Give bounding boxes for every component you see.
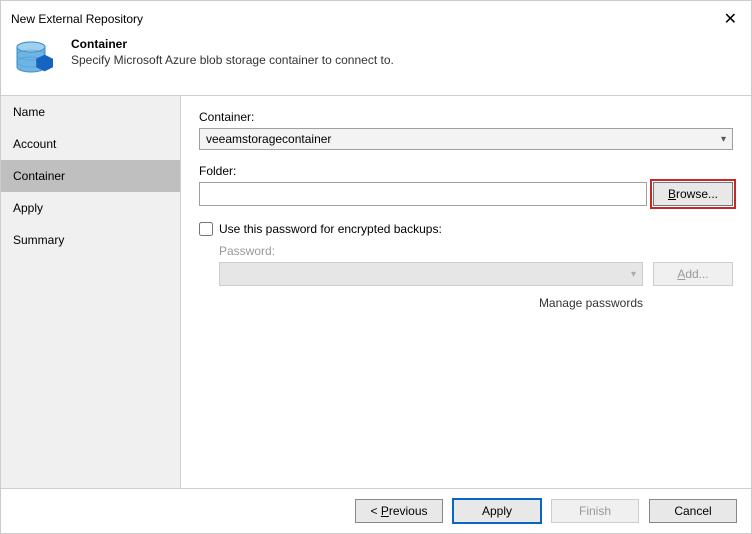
folder-label: Folder: bbox=[199, 164, 733, 178]
encrypt-label: Use this password for encrypted backups: bbox=[219, 222, 442, 236]
page-title: Container bbox=[71, 37, 394, 51]
sidebar-item-account[interactable]: Account bbox=[1, 128, 180, 160]
chevron-down-icon: ▾ bbox=[719, 134, 728, 145]
wizard-sidebar: Name Account Container Apply Summary bbox=[1, 96, 181, 488]
close-icon[interactable]: ✕ bbox=[720, 9, 741, 29]
encrypt-checkbox[interactable] bbox=[199, 222, 213, 236]
page-description: Specify Microsoft Azure blob storage con… bbox=[71, 53, 394, 67]
cancel-button[interactable]: Cancel bbox=[649, 499, 737, 523]
container-icon bbox=[11, 35, 59, 83]
password-label: Password: bbox=[219, 244, 733, 258]
password-dropdown: ▾ bbox=[219, 262, 643, 286]
sidebar-item-name[interactable]: Name bbox=[1, 96, 180, 128]
window-title: New External Repository bbox=[11, 12, 143, 26]
chevron-down-icon: ▾ bbox=[629, 269, 638, 280]
container-value: veeamstoragecontainer bbox=[206, 132, 719, 146]
sidebar-item-container[interactable]: Container bbox=[1, 160, 180, 192]
container-label: Container: bbox=[199, 110, 733, 124]
sidebar-item-summary[interactable]: Summary bbox=[1, 224, 180, 256]
folder-input[interactable] bbox=[199, 182, 647, 206]
manage-passwords-link[interactable]: Manage passwords bbox=[219, 296, 733, 310]
apply-button[interactable]: Apply bbox=[453, 499, 541, 523]
add-password-button: Add... bbox=[653, 262, 733, 286]
browse-button[interactable]: Browse... bbox=[653, 182, 733, 206]
finish-button: Finish bbox=[551, 499, 639, 523]
sidebar-item-apply[interactable]: Apply bbox=[1, 192, 180, 224]
previous-button[interactable]: < Previous bbox=[355, 499, 443, 523]
container-dropdown[interactable]: veeamstoragecontainer ▾ bbox=[199, 128, 733, 150]
